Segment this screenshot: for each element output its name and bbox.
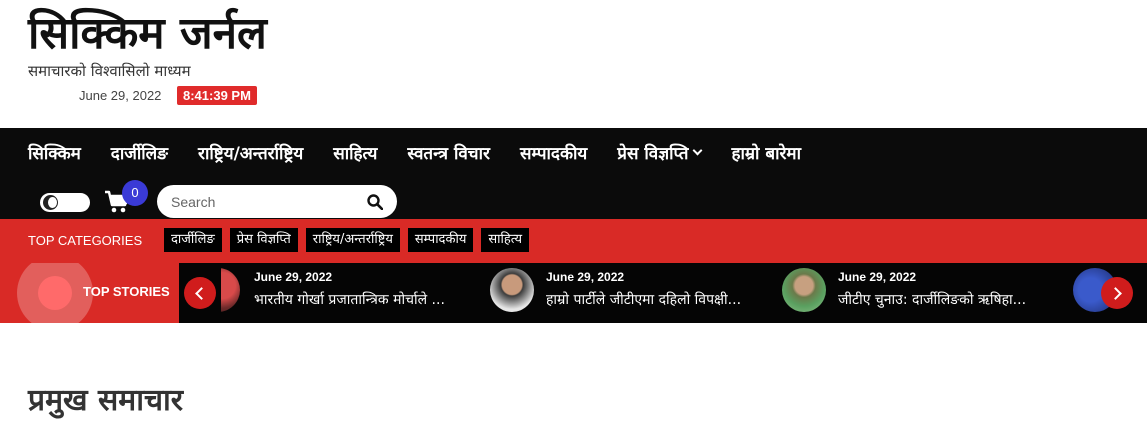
nav-item-editorial[interactable]: सम्पादकीय	[520, 141, 587, 164]
category-darjeeling[interactable]: दार्जीलिङ	[164, 228, 222, 252]
category-list: दार्जीलिङ प्रेस विज्ञप्ति राष्ट्रिय/अन्त…	[164, 228, 530, 252]
story-date: June 29, 2022	[838, 270, 917, 284]
search-box	[157, 185, 397, 218]
top-categories-bar: TOP CATEGORIES दार्जीलिङ प्रेस विज्ञप्ति…	[0, 219, 1147, 263]
nav-item-press-release-label: प्रेस विज्ञप्ति	[617, 144, 689, 164]
top-stories-heading: TOP STORIES	[0, 263, 179, 323]
story-date: June 29, 2022	[546, 270, 625, 284]
moon-icon	[43, 195, 58, 210]
main-navigation: सिक्किम दार्जीलिङ राष्ट्रिय/अन्तर्राष्ट्…	[0, 128, 1147, 219]
category-literature[interactable]: साहित्य	[481, 228, 530, 252]
pulse-dot	[38, 276, 72, 310]
menu: सिक्किम दार्जीलिङ राष्ट्रिय/अन्तर्राष्ट्…	[28, 141, 831, 164]
section-title: प्रमुख समाचार	[28, 383, 184, 418]
nav-item-about-us[interactable]: हाम्रो बारेमा	[731, 141, 801, 164]
top-stories-bar: TOP STORIES June 29, 2022 भारतीय गोर्खा …	[0, 263, 1147, 323]
top-stories-label: TOP STORIES	[83, 284, 170, 299]
story-title: भारतीय गोर्खा प्रजातान्त्रिक मोर्चाले ..…	[254, 292, 445, 308]
nav-item-darjeeling[interactable]: दार्जीलिङ	[111, 141, 168, 164]
top-categories-label: TOP CATEGORIES	[28, 233, 143, 248]
story-item[interactable]: June 29, 2022 भारतीय गोर्खा प्रजातान्त्र…	[196, 268, 486, 318]
site-title[interactable]: सिक्किम जर्नल	[28, 4, 267, 64]
story-item[interactable]: June 29, 2022 हाम्रो पार्टीले जीटीएमा दह…	[490, 268, 780, 318]
story-date: June 29, 2022	[254, 270, 333, 284]
category-editorial[interactable]: सम्पादकीय	[407, 228, 474, 252]
nav-item-independent-opinion[interactable]: स्वतन्त्र विचार	[407, 141, 490, 164]
site-tagline: समाचारको विश्वासिलो माध्यम	[28, 62, 191, 80]
nav-item-press-release[interactable]: प्रेस विज्ञप्ति	[617, 141, 703, 164]
nav-item-sikkim[interactable]: सिक्किम	[28, 141, 81, 164]
nav-item-national-international[interactable]: राष्ट्रिय/अन्तर्राष्ट्रिय	[198, 141, 303, 164]
dark-mode-toggle[interactable]	[40, 193, 90, 212]
story-item[interactable]: June 29, 2022 जीटीए चुनाउ: दार्जीलिङको ऋ…	[782, 268, 1072, 318]
search-input[interactable]	[171, 191, 351, 212]
search-icon[interactable]	[367, 194, 383, 210]
story-title: जीटीए चुनाउ: दार्जीलिङको ऋषिहा...	[838, 292, 1027, 308]
story-thumbnail	[782, 268, 826, 312]
current-date: June 29, 2022	[79, 88, 162, 103]
chevron-down-icon	[693, 145, 703, 156]
story-title: हाम्रो पार्टीले जीटीएमा दहिलो विपक्षी...	[546, 292, 742, 308]
current-time: 8:41:39 PM	[177, 86, 257, 105]
next-story-button[interactable]	[1101, 277, 1133, 309]
category-press-release[interactable]: प्रेस विज्ञप्ति	[229, 228, 298, 252]
category-national-international[interactable]: राष्ट्रिय/अन्तर्राष्ट्रिय	[305, 228, 400, 252]
previous-story-button[interactable]	[184, 277, 216, 309]
cart-count-badge: 0	[122, 180, 148, 206]
story-thumbnail	[490, 268, 534, 312]
nav-item-literature[interactable]: साहित्य	[333, 141, 377, 164]
